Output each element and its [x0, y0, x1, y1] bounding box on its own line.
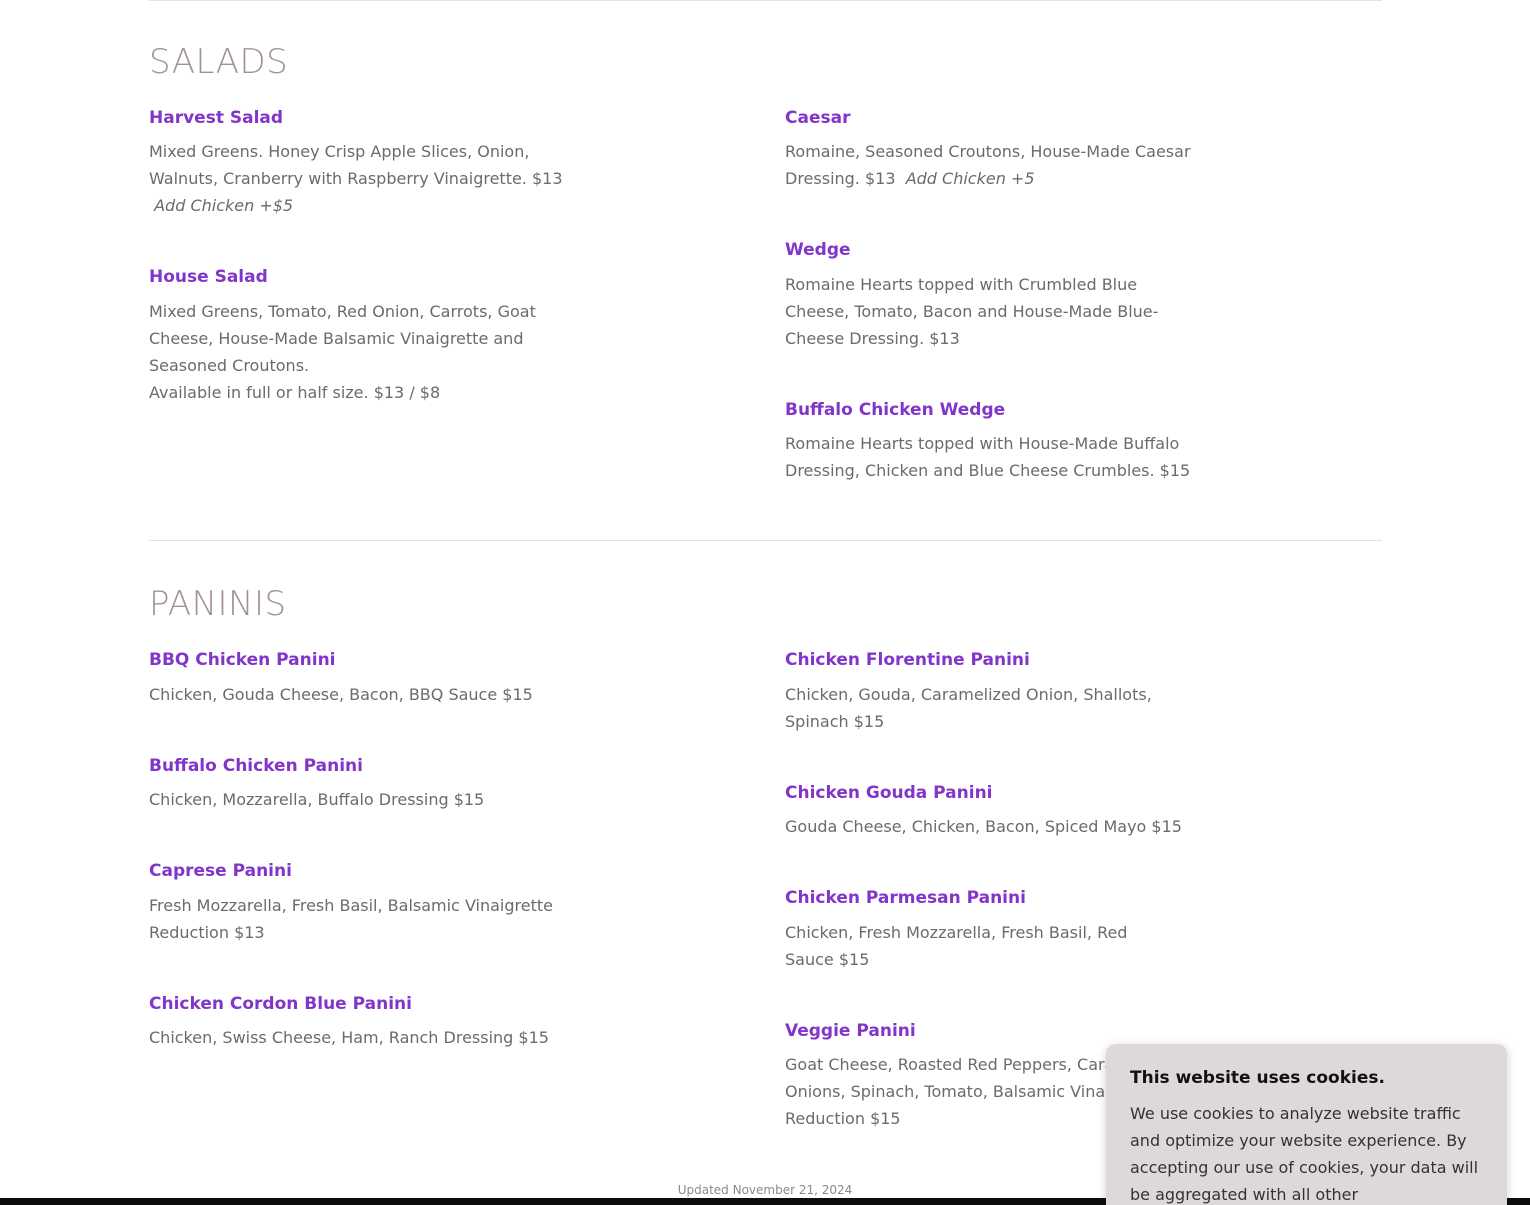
menu-item-name: Harvest Salad [149, 108, 284, 128]
cookie-banner: This website uses cookies. We use cookie… [1106, 1044, 1507, 1205]
menu-item-description: Chicken, Fresh Mozzarella, Fresh Basil, … [785, 923, 1128, 969]
menu-item-description: Chicken, Swiss Cheese, Ham, Ranch Dressi… [149, 1028, 549, 1047]
menu-item-name: BBQ Chicken Panini [149, 650, 336, 670]
top-divider [149, 0, 1382, 1]
menu-item-name: Chicken Parmesan Panini [785, 888, 1026, 908]
menu-item-addon: Add Chicken +$5 [154, 196, 294, 215]
cookie-message: We use cookies to analyze website traffi… [1130, 1104, 1479, 1204]
menu-item-description: Fresh Mozzarella, Fresh Basil, Balsamic … [149, 896, 553, 942]
section-title-salads: SALADS [149, 42, 289, 82]
menu-item-name: Chicken Cordon Blue Panini [149, 994, 412, 1014]
menu-item-name: Wedge [785, 240, 851, 260]
menu-item-name: Buffalo Chicken Wedge [785, 400, 1006, 420]
menu-item-name: Chicken Florentine Panini [785, 650, 1030, 670]
menu-item-description: Mixed Greens. Honey Crisp Apple Slices, … [149, 142, 563, 215]
menu-item-name: House Salad [149, 267, 268, 287]
menu-item-name: Chicken Gouda Panini [785, 783, 993, 803]
menu-item-name: Caesar [785, 108, 851, 128]
menu-item-description: Romaine Hearts topped with House-Made Bu… [785, 434, 1191, 480]
section-divider [149, 540, 1382, 541]
cookie-title: This website uses cookies. [1130, 1068, 1385, 1088]
menu-item-addon: Add Chicken +5 [905, 169, 1035, 188]
menu-page: SALADS Harvest Salad Mixed Greens. Honey… [0, 0, 1530, 1205]
section-title-paninis: PANINIS [149, 584, 287, 624]
menu-item-description: Chicken, Gouda, Caramelized Onion, Shall… [785, 685, 1152, 731]
menu-item-name: Veggie Panini [785, 1021, 916, 1041]
menu-item-description: Mixed Greens, Tomato, Red Onion, Carrots… [149, 302, 536, 402]
menu-item-description: Romaine, Seasoned Croutons, House-Made C… [785, 142, 1191, 188]
menu-item-description: Romaine Hearts topped with Crumbled Blue… [785, 275, 1159, 348]
menu-item-description: Gouda Cheese, Chicken, Bacon, Spiced May… [785, 817, 1182, 836]
menu-item-name: Buffalo Chicken Panini [149, 756, 363, 776]
menu-item-description: Chicken, Mozzarella, Buffalo Dressing $1… [149, 790, 485, 809]
menu-item-name: Caprese Panini [149, 861, 292, 881]
menu-item-description: Chicken, Gouda Cheese, Bacon, BBQ Sauce … [149, 685, 533, 704]
